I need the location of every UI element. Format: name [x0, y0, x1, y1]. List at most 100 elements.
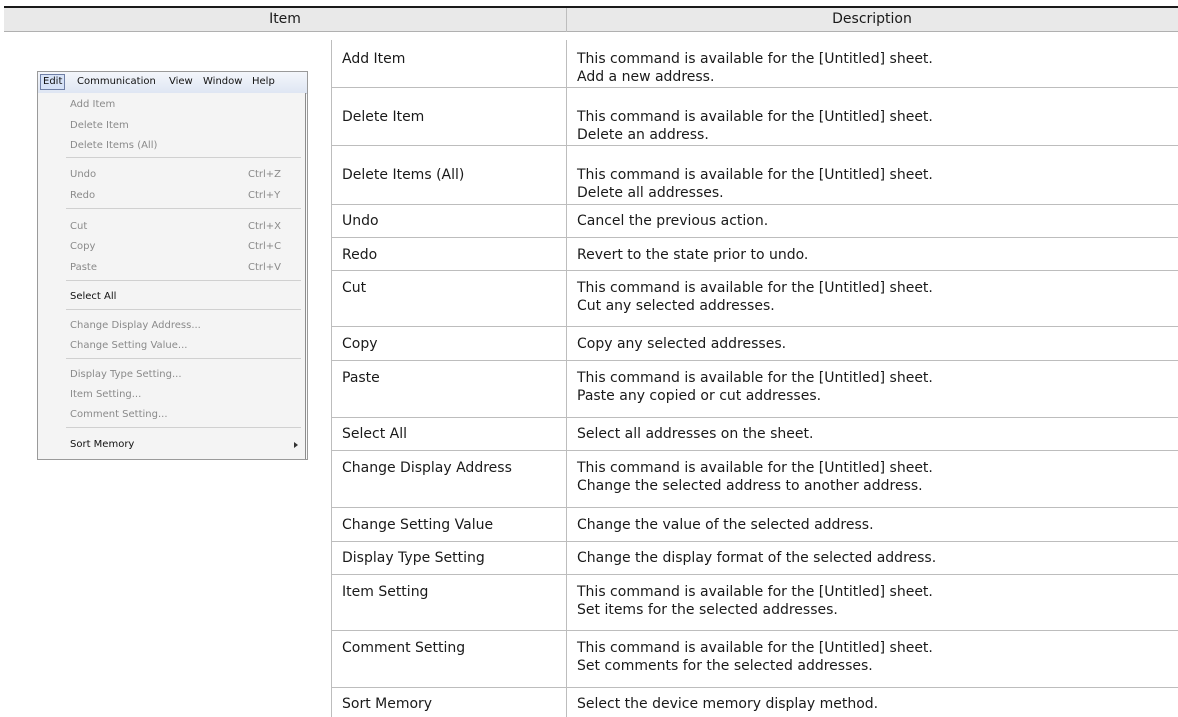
- menu-item-delete-items-all[interactable]: Delete Items (All): [70, 139, 157, 152]
- menu-communication[interactable]: Communication: [77, 75, 156, 89]
- row-copy-name: Copy: [342, 336, 378, 352]
- desc-line: This command is available for the [Untit…: [577, 370, 933, 386]
- row-separator: [331, 507, 1178, 508]
- menu-separator: [66, 309, 301, 310]
- row-undo-name: Undo: [342, 213, 379, 229]
- row-separator: [331, 687, 1178, 688]
- menu-separator: [66, 208, 301, 209]
- column-divider-left: [331, 40, 332, 717]
- menu-shortcut-copy: Ctrl+C: [248, 241, 282, 252]
- desc-line: Cut any selected addresses.: [577, 298, 775, 314]
- row-separator: [331, 145, 1178, 146]
- menu-item-undo[interactable]: Undo: [70, 168, 96, 181]
- row-delete-item-name: Delete Item: [342, 109, 425, 125]
- desc-line: Add a new address.: [577, 69, 715, 85]
- desc-line: Revert to the state prior to undo.: [577, 247, 809, 263]
- desc-line: This command is available for the [Untit…: [577, 109, 933, 125]
- row-separator: [331, 87, 1178, 88]
- menu-shortcut-undo: Ctrl+Z: [248, 169, 282, 180]
- row-display-type-setting-name: Display Type Setting: [342, 550, 485, 566]
- desc-line: This command is available for the [Untit…: [577, 584, 933, 600]
- row-cut-desc: This command is available for the [Untit…: [577, 279, 1173, 315]
- row-sort-memory-desc: Select the device memory display method.: [577, 695, 1173, 713]
- menu-item-cut[interactable]: Cut: [70, 220, 87, 233]
- row-delete-items-all-name: Delete Items (All): [342, 167, 465, 183]
- menu-item-item-setting[interactable]: Item Setting...: [70, 388, 141, 401]
- desc-line: Change the display format of the selecte…: [577, 550, 937, 566]
- desc-line: Select the device memory display method.: [577, 696, 879, 712]
- row-change-display-address-desc: This command is available for the [Untit…: [577, 459, 1173, 495]
- row-comment-setting-name: Comment Setting: [342, 640, 466, 656]
- row-change-setting-value-name: Change Setting Value: [342, 517, 494, 533]
- menu-item-delete-item[interactable]: Delete Item: [70, 119, 129, 132]
- row-separator: [331, 360, 1178, 361]
- desc-line: Cancel the previous action.: [577, 213, 769, 229]
- desc-line: Change the value of the selected address…: [577, 517, 874, 533]
- menu-item-paste[interactable]: Paste: [70, 261, 97, 274]
- desc-line: This command is available for the [Untit…: [577, 167, 933, 183]
- header-divider: [566, 8, 567, 32]
- desc-line: Change the selected address to another a…: [577, 478, 923, 494]
- desc-line: Set items for the selected addresses.: [577, 602, 838, 618]
- menu-separator: [66, 427, 301, 428]
- row-comment-setting-desc: This command is available for the [Untit…: [577, 639, 1173, 675]
- row-separator: [331, 237, 1178, 238]
- row-separator: [331, 450, 1178, 451]
- menu-item-change-setting-value[interactable]: Change Setting Value...: [70, 339, 187, 352]
- row-paste-name: Paste: [342, 370, 380, 386]
- row-change-setting-value-desc: Change the value of the selected address…: [577, 516, 1173, 534]
- menu-separator: [66, 157, 301, 158]
- menu-help[interactable]: Help: [252, 75, 275, 89]
- menu-separator: [66, 280, 301, 281]
- row-separator: [331, 541, 1178, 542]
- menu-item-copy[interactable]: Copy: [70, 240, 95, 253]
- desc-line: Paste any copied or cut addresses.: [577, 388, 822, 404]
- desc-line: Copy any selected addresses.: [577, 336, 787, 352]
- desc-line: This command is available for the [Untit…: [577, 640, 933, 656]
- menu-item-sort-memory[interactable]: Sort Memory: [70, 438, 134, 451]
- menu-item-select-all[interactable]: Select All: [70, 290, 116, 303]
- menu-item-add-item[interactable]: Add Item: [70, 98, 115, 111]
- desc-line: Delete all addresses.: [577, 185, 724, 201]
- desc-line: This command is available for the [Untit…: [577, 280, 933, 296]
- column-divider-right: [566, 40, 567, 717]
- edit-menu-screenshot: Edit Communication View Window Help Add …: [37, 71, 308, 460]
- menu-edit[interactable]: Edit: [40, 74, 66, 90]
- row-display-type-setting-desc: Change the display format of the selecte…: [577, 549, 1173, 567]
- menu-item-comment-setting[interactable]: Comment Setting...: [70, 408, 168, 421]
- row-separator: [331, 270, 1178, 271]
- header-item: Item: [269, 11, 301, 27]
- row-paste-desc: This command is available for the [Untit…: [577, 369, 1173, 405]
- row-separator: [331, 630, 1178, 631]
- row-separator: [331, 417, 1178, 418]
- menu-item-display-type-setting[interactable]: Display Type Setting...: [70, 368, 182, 381]
- row-separator: [331, 326, 1178, 327]
- row-item-setting-desc: This command is available for the [Untit…: [577, 583, 1173, 619]
- row-add-item-name: Add Item: [342, 51, 406, 67]
- row-select-all-name: Select All: [342, 426, 407, 442]
- row-delete-item-desc: This command is available for the [Untit…: [577, 108, 1173, 144]
- desc-line: Select all addresses on the sheet.: [577, 426, 814, 442]
- menu-shortcut-redo: Ctrl+Y: [248, 190, 281, 201]
- row-change-display-address-name: Change Display Address: [342, 460, 512, 476]
- row-copy-desc: Copy any selected addresses.: [577, 335, 1173, 353]
- menu-bar: Edit Communication View Window Help: [38, 72, 307, 94]
- menu-item-change-display-address[interactable]: Change Display Address...: [70, 319, 201, 332]
- submenu-arrow-icon: [294, 442, 298, 448]
- desc-line: This command is available for the [Untit…: [577, 51, 933, 67]
- row-sort-memory-name: Sort Memory: [342, 696, 433, 712]
- edit-dropdown: Add Item Delete Item Delete Items (All) …: [38, 93, 306, 459]
- row-undo-desc: Cancel the previous action.: [577, 212, 1173, 230]
- menu-item-redo[interactable]: Redo: [70, 189, 95, 202]
- row-separator: [331, 574, 1178, 575]
- menu-view[interactable]: View: [169, 75, 193, 89]
- desc-line: Set comments for the selected addresses.: [577, 658, 873, 674]
- menu-window[interactable]: Window: [203, 75, 242, 89]
- row-cut-name: Cut: [342, 280, 367, 296]
- desc-line: Delete an address.: [577, 127, 709, 143]
- row-item-setting-name: Item Setting: [342, 584, 429, 600]
- desc-line: This command is available for the [Untit…: [577, 460, 933, 476]
- menu-shortcut-paste: Ctrl+V: [248, 262, 282, 273]
- row-add-item-desc: This command is available for the [Untit…: [577, 50, 1173, 86]
- header-description: Description: [832, 11, 912, 27]
